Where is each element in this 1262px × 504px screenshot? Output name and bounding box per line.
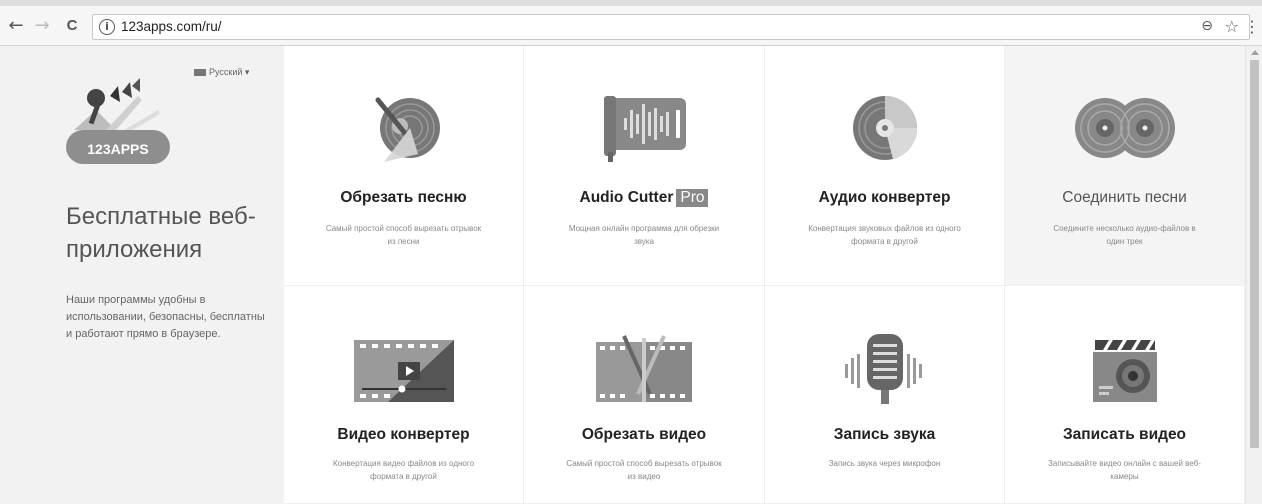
- zoom-icon[interactable]: ⊖: [1201, 18, 1213, 34]
- app-card-video-converter[interactable]: Видео конвертер Конвертация видео файлов…: [284, 286, 524, 504]
- app-title: Записать видео: [1062, 426, 1187, 443]
- pro-badge: Pro: [676, 189, 709, 207]
- chevron-down-icon: ▾: [244, 67, 250, 77]
- vinyl-cut-icon: [375, 97, 440, 162]
- app-title: Запись звука: [833, 426, 936, 443]
- bookmark-star-icon[interactable]: ☆: [1225, 17, 1239, 36]
- app-card-voice-recorder[interactable]: Запись звука Запись звука через микрофон: [765, 286, 1005, 504]
- app-title: Audio Cutter Pro: [524, 189, 764, 207]
- site-info-icon[interactable]: i: [99, 19, 115, 35]
- app-card-video-cutter[interactable]: Обрезать видео Самый простой способ выре…: [524, 286, 765, 504]
- page-content: Русский ▾ 123APPS Бесплатные веб-приложе…: [0, 46, 1245, 504]
- app-title: Видео конвертер: [337, 426, 470, 443]
- tab-strip: [0, 0, 1262, 8]
- flag-icon: [194, 69, 206, 77]
- logo-text: 123APPS: [87, 141, 148, 157]
- scroll-up-arrow-icon[interactable]: [1251, 50, 1259, 55]
- back-button[interactable]: ←: [6, 16, 26, 36]
- app-logo[interactable]: 123APPS: [66, 74, 172, 166]
- video-converter-icon: [353, 340, 454, 402]
- app-description: Конвертация видео файлов из одного форма…: [332, 459, 475, 481]
- apps-grid: Обрезать песню Самый простой способ выре…: [284, 46, 1245, 504]
- app-title: Обрезать видео: [581, 426, 707, 443]
- audio-cutter-pro-icon: [604, 96, 686, 162]
- video-cutter-icon: [596, 335, 692, 402]
- app-card-cut-song[interactable]: Обрезать песню Самый простой способ выре…: [284, 46, 524, 286]
- app-card-audio-cutter-pro[interactable]: Audio Cutter Pro Мощная онлайн программа …: [524, 46, 765, 286]
- app-card-video-recorder[interactable]: Записать видео Записывайте видео онлайн …: [1005, 286, 1245, 504]
- reload-button[interactable]: C: [62, 16, 82, 36]
- forward-button[interactable]: →: [32, 16, 52, 36]
- browser-menu-icon[interactable]: ⋮: [1244, 17, 1260, 36]
- url-text[interactable]: 123apps.com/ru/: [121, 19, 222, 34]
- app-title: Соединить песни: [1062, 189, 1187, 206]
- audio-converter-icon: [852, 96, 917, 160]
- address-bar[interactable]: i 123apps.com/ru/ ⊖ ☆: [92, 14, 1250, 40]
- language-label: Русский: [209, 67, 243, 77]
- app-description: Запись звука через микрофон: [828, 459, 941, 468]
- page-scrollbar[interactable]: [1245, 46, 1262, 504]
- scrollbar-thumb[interactable]: [1250, 60, 1259, 448]
- app-description: Соедините несколько аудио-файлов в один …: [1053, 224, 1196, 246]
- app-description: Конвертация звуковых файлов из одного фо…: [808, 224, 961, 246]
- join-songs-icon: [1074, 98, 1175, 158]
- sidebar: Русский ▾ 123APPS Бесплатные веб-приложе…: [0, 46, 284, 504]
- app-title: Аудио конвертер: [818, 189, 951, 206]
- app-title-text: Audio Cutter: [579, 189, 674, 206]
- browser-toolbar: ← → C i 123apps.com/ru/ ⊖ ☆ ⋮: [0, 8, 1262, 46]
- app-description: Записывайте видео онлайн с вашей веб-кам…: [1048, 459, 1201, 481]
- app-card-join-songs[interactable]: Соединить песни Соедините несколько ауди…: [1005, 46, 1245, 286]
- app-description: Самый простой способ вырезать отрывок из…: [325, 224, 482, 246]
- voice-recorder-icon: [844, 334, 922, 404]
- page-title: Бесплатные веб-приложения: [66, 203, 256, 263]
- page-description: Наши программы удобны в использовании, б…: [66, 294, 265, 340]
- video-recorder-icon: [1092, 340, 1157, 402]
- app-description: Самый простой способ вырезать отрывок из…: [566, 459, 722, 481]
- app-title: Обрезать песню: [340, 189, 467, 206]
- app-description: Мощная онлайн программа для обрезки звук…: [568, 224, 720, 246]
- app-card-audio-converter[interactable]: Аудио конвертер Конвертация звуковых фай…: [765, 46, 1005, 286]
- language-selector[interactable]: Русский ▾: [194, 67, 249, 78]
